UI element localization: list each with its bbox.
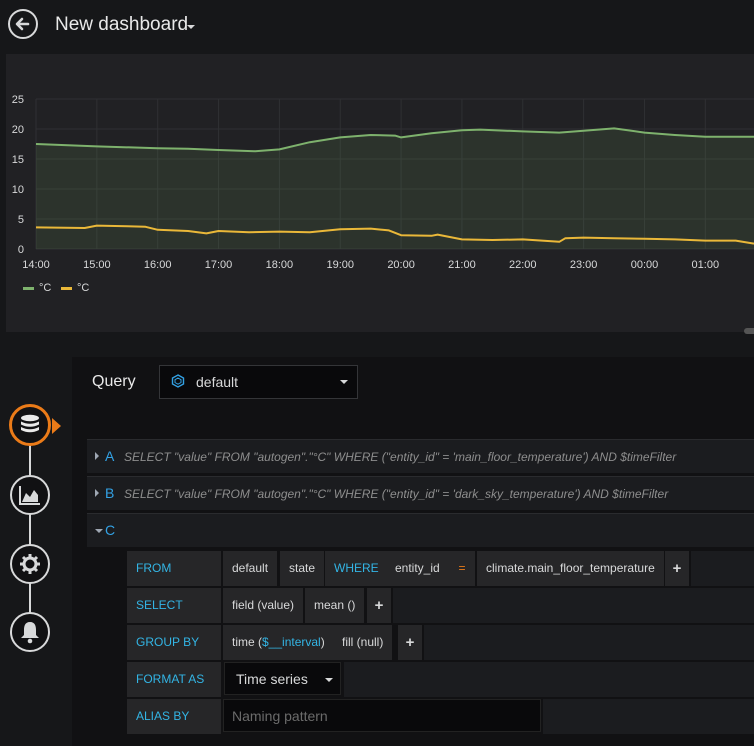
x-tick-label: 16:00 <box>144 259 172 271</box>
x-tick-label: 20:00 <box>387 259 415 271</box>
caret-down-icon[interactable] <box>187 25 195 29</box>
y-tick-label: 15 <box>12 154 24 166</box>
legend-swatch-green <box>23 286 34 290</box>
query-letter[interactable]: B <box>105 485 114 501</box>
gear-wrench-icon <box>20 554 40 574</box>
line-chart: 0 5 10 15 20 25 14:00 15:00 16:00 17:00 18:00 19:00… <box>12 94 754 271</box>
y-tick-label: 25 <box>12 94 24 106</box>
groupby-time-var: $__interval <box>262 635 321 649</box>
area-chart-icon <box>19 486 40 505</box>
datasource-name: default <box>196 374 239 390</box>
x-tick-label: 14:00 <box>22 259 50 271</box>
x-tick-label: 17:00 <box>205 259 233 271</box>
x-tick-label: 22:00 <box>509 259 537 271</box>
query-label: Query <box>92 373 136 390</box>
query-text[interactable]: SELECT "value" FROM "autogen"."°C" WHERE… <box>124 487 668 501</box>
y-tick-label: 10 <box>12 184 24 196</box>
x-tick-label: 15:00 <box>83 259 111 271</box>
x-tick-label: 00:00 <box>631 259 659 271</box>
from-policy[interactable]: default <box>223 551 278 586</box>
format-label: FORMAT AS <box>127 662 221 697</box>
select-function[interactable]: mean () <box>305 588 365 623</box>
nav-visualization-button[interactable] <box>10 475 50 515</box>
row-filler <box>344 662 754 697</box>
caret-right-icon[interactable] <box>95 452 99 460</box>
row-filler <box>393 588 754 623</box>
groupby-time-prefix: time ( <box>232 635 262 649</box>
query-row-b[interactable]: B SELECT "value" FROM "autogen"."°C" WHE… <box>87 476 754 510</box>
alias-label: ALIAS BY <box>127 699 221 734</box>
query-row-a[interactable]: A SELECT "value" FROM "autogen"."°C" WHE… <box>87 439 754 473</box>
alias-input[interactable] <box>223 699 541 732</box>
bell-icon <box>21 622 39 644</box>
legend-label: °C <box>77 282 90 294</box>
nav-connector <box>29 436 31 614</box>
active-indicator <box>52 418 61 434</box>
from-add-button[interactable]: + <box>665 551 689 586</box>
where-operator[interactable]: = <box>449 551 475 586</box>
select-add-button[interactable]: + <box>367 588 391 623</box>
caret-down-icon[interactable] <box>95 529 103 533</box>
row-filler <box>424 625 754 660</box>
select-field[interactable]: field (value) <box>223 588 304 623</box>
groupby-time-suffix: ) <box>320 635 325 649</box>
x-tick-label: 21:00 <box>448 259 476 271</box>
query-text[interactable]: SELECT "value" FROM "autogen"."°C" WHERE… <box>124 450 676 464</box>
y-tick-label: 20 <box>12 124 24 136</box>
y-tick-label: 5 <box>18 214 24 226</box>
x-tick-label: 18:00 <box>266 259 294 271</box>
datasource-select[interactable] <box>159 365 358 399</box>
panel-resize-handle[interactable] <box>744 328 754 334</box>
x-tick-label: 23:00 <box>570 259 598 271</box>
where-key[interactable]: entity_id <box>386 551 449 586</box>
format-value: Time series <box>236 671 308 687</box>
groupby-label: GROUP BY <box>127 625 221 660</box>
caret-down-icon <box>325 678 333 682</box>
influxdb-icon <box>171 374 185 388</box>
y-tick-label: 0 <box>18 244 24 256</box>
back-button[interactable] <box>8 9 38 39</box>
groupby-time[interactable]: time ($__interval) <box>223 625 334 660</box>
x-tick-label: 01:00 <box>692 259 720 271</box>
select-label: SELECT <box>127 588 221 623</box>
caret-right-icon[interactable] <box>95 489 99 497</box>
series-area-1 <box>36 128 754 249</box>
query-row-c[interactable]: C <box>87 513 754 547</box>
from-label: FROM <box>127 551 221 586</box>
legend-swatch-yellow <box>61 286 72 290</box>
graph-panel: 0 5 10 15 20 25 14:00 15:00 16:00 17:00 18:00 19:00… <box>6 54 754 332</box>
x-tick-label: 19:00 <box>326 259 354 271</box>
row-filler <box>543 699 754 734</box>
database-icon <box>21 414 39 433</box>
legend-item-2[interactable]: °C <box>61 282 89 294</box>
groupby-fill[interactable]: fill (null) <box>333 625 393 660</box>
dashboard-title[interactable]: New dashboard <box>55 14 188 36</box>
arrow-left-icon <box>15 17 30 31</box>
from-measurement[interactable]: state <box>280 551 325 586</box>
where-value[interactable]: climate.main_floor_temperature <box>477 551 664 586</box>
nav-general-button[interactable] <box>10 544 50 584</box>
row-filler <box>691 551 754 586</box>
query-letter[interactable]: A <box>105 448 114 464</box>
nav-queries-button[interactable] <box>9 404 51 446</box>
caret-down-icon <box>340 380 348 384</box>
nav-alert-button[interactable] <box>10 612 50 652</box>
where-label: WHERE <box>325 551 387 586</box>
legend-item-1[interactable]: °C <box>23 282 51 294</box>
groupby-add-button[interactable]: + <box>398 625 422 660</box>
legend-label: °C <box>39 282 52 294</box>
query-letter[interactable]: C <box>105 522 115 538</box>
